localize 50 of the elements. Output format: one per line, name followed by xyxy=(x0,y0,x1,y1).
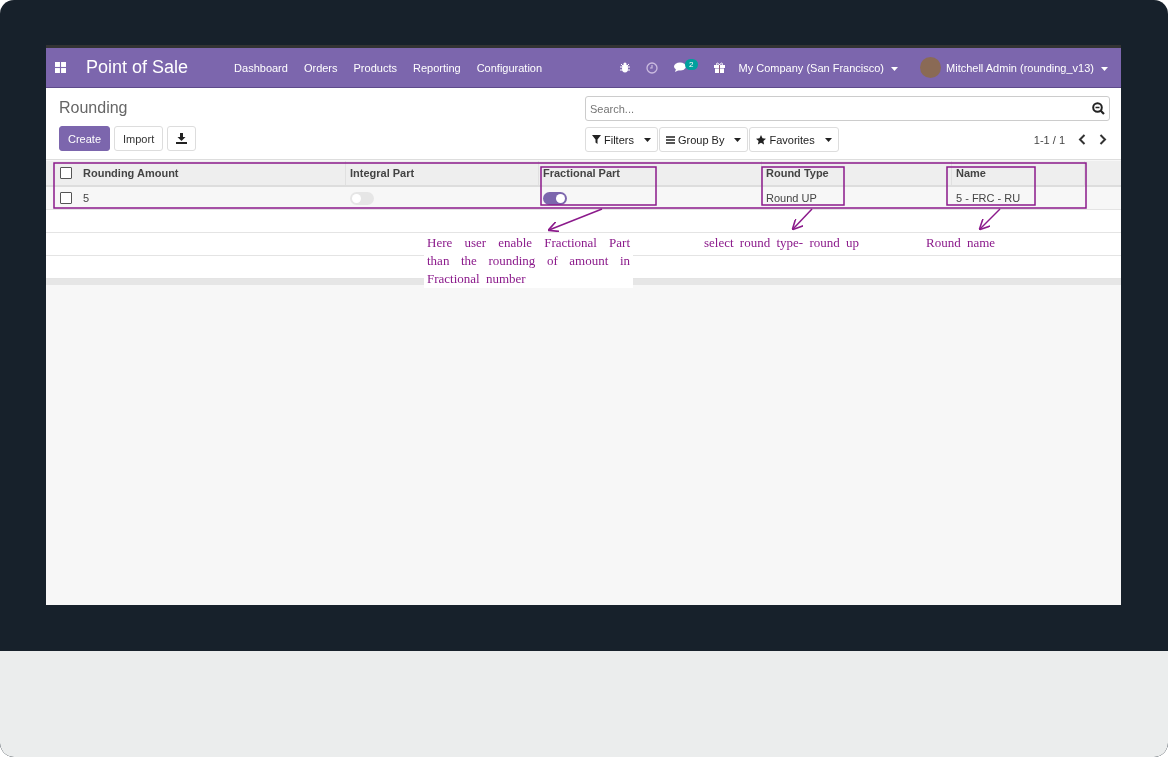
column-header[interactable]: Integral Part xyxy=(346,161,539,185)
table-cell-text: 5 xyxy=(82,191,91,206)
menu-item[interactable]: Configuration xyxy=(476,61,543,74)
menu-item[interactable]: Reporting xyxy=(412,61,461,74)
user-menu[interactable]: Mitchell Admin (rounding_v13) xyxy=(946,61,1108,74)
caret-icon xyxy=(891,66,899,71)
import-button[interactable]: Import xyxy=(114,126,164,151)
search-option-dropdown[interactable]: Favorites xyxy=(749,127,839,152)
star-icon xyxy=(756,134,767,145)
app-title: Point of Sale xyxy=(86,57,189,78)
caret-icon xyxy=(1101,66,1108,71)
create-button[interactable]: Create xyxy=(59,126,111,151)
gift-icon[interactable] xyxy=(713,62,725,73)
column-header[interactable]: Round Type xyxy=(762,161,952,185)
select-all-checkbox[interactable] xyxy=(59,167,72,179)
annotation-arrow xyxy=(978,208,1001,231)
download-button[interactable] xyxy=(167,126,197,151)
caret-icon xyxy=(824,137,832,142)
list-icon xyxy=(665,135,675,144)
menu-item[interactable]: Dashboard xyxy=(234,61,288,74)
avatar-placeholder xyxy=(920,57,942,78)
toggle-switch[interactable] xyxy=(543,191,567,205)
column-header[interactable]: Name xyxy=(952,161,1085,185)
annotation-arrow xyxy=(791,208,813,231)
pager-value: 1-1 / 1 xyxy=(1033,133,1065,146)
search-icon[interactable] xyxy=(1092,102,1105,115)
bug-icon[interactable] xyxy=(620,62,631,73)
annotation-arrow xyxy=(547,208,603,233)
search-option-dropdown[interactable]: Filters xyxy=(585,127,658,152)
row-checkbox[interactable] xyxy=(59,192,72,204)
company-switcher[interactable]: My Company (San Francisco) xyxy=(738,61,899,74)
caret-icon xyxy=(734,137,742,142)
menu-item[interactable]: Products xyxy=(353,61,397,74)
search-field[interactable]: Search... xyxy=(585,96,1110,121)
filter-icon xyxy=(592,135,601,144)
search-option-dropdown[interactable]: Group By xyxy=(658,127,749,152)
apps-grid-icon[interactable] xyxy=(55,62,66,73)
caret-icon xyxy=(643,137,651,142)
clock-icon[interactable] xyxy=(646,61,659,74)
menu-item[interactable]: Orders xyxy=(303,61,338,74)
breadcrumb-title: Rounding xyxy=(59,99,129,117)
column-header[interactable]: Fractional Part xyxy=(539,161,762,185)
message-count-badge: 2 xyxy=(685,59,698,70)
download-icon xyxy=(176,133,188,144)
column-header[interactable]: Rounding Amount xyxy=(79,161,346,185)
table-cell-text: Round UP xyxy=(765,191,818,206)
next-page-icon[interactable] xyxy=(1099,134,1107,145)
toggle-switch[interactable] xyxy=(350,191,374,205)
table-cell-text: 5 - FRC - RU xyxy=(955,191,1022,206)
previous-page-icon[interactable] xyxy=(1078,134,1086,145)
